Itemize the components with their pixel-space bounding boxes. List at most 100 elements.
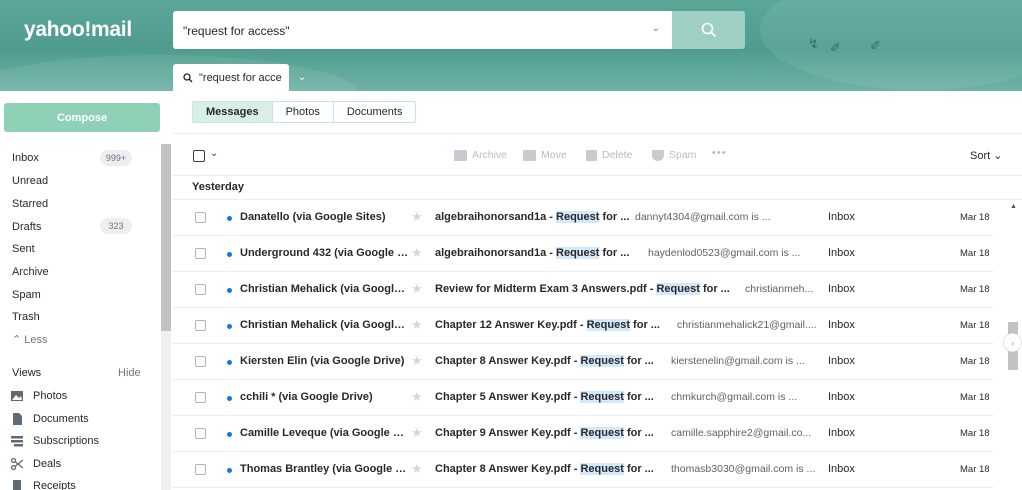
scroll-up-arrow-icon[interactable]: ▲ (1010, 203, 1017, 210)
photo-icon (11, 391, 23, 401)
sidebar-item-archive[interactable]: Archive (12, 266, 49, 278)
message-date: Mar 18 (960, 428, 990, 439)
sidebar-item-sent[interactable]: Sent (12, 243, 35, 255)
subject-highlight: Request (580, 355, 624, 367)
spam-label: Spam (669, 149, 697, 161)
chevron-down-icon[interactable]: ⌄ (293, 68, 311, 86)
message-date: Mar 18 (960, 392, 990, 403)
sidebar-item-spam[interactable]: Spam (12, 289, 41, 301)
star-icon[interactable]: ★ (411, 209, 423, 225)
unread-dot-icon (227, 216, 232, 221)
message-folder: Inbox (828, 355, 855, 367)
receipt-icon (13, 480, 21, 490)
select-all-checkbox[interactable] (193, 150, 205, 162)
message-date: Mar 18 (960, 464, 990, 475)
search-icon (701, 22, 716, 38)
yahoo-mail-logo[interactable]: yahoo!mail (24, 18, 132, 42)
message-folder: Inbox (828, 211, 855, 223)
view-item-label: Photos (33, 390, 68, 402)
unread-dot-icon (227, 432, 232, 437)
archive-button[interactable]: Archive (454, 149, 507, 161)
sidebar-item-trash[interactable]: Trash (12, 311, 40, 323)
message-date: Mar 18 (960, 284, 990, 295)
tab-documents[interactable]: Documents (334, 102, 416, 122)
message-folder: Inbox (828, 391, 855, 403)
star-icon[interactable]: ★ (411, 317, 423, 333)
subject-highlight: Request (556, 211, 600, 223)
more-actions-button[interactable]: ••• (712, 147, 727, 159)
message-row[interactable]: Danatello (via Google Sites) ★ algebraihon… (172, 200, 994, 236)
message-checkbox[interactable] (195, 356, 206, 367)
message-folder: Inbox (828, 427, 855, 439)
star-icon[interactable]: ★ (411, 281, 423, 297)
message-checkbox[interactable] (195, 428, 206, 439)
view-item-photos[interactable]: Photos (10, 389, 67, 403)
folder-move-icon (523, 149, 536, 161)
views-heading: Views (12, 367, 42, 379)
sidebar-item-unread[interactable]: Unread (12, 175, 48, 187)
less-toggle[interactable]: ⌃ Less (12, 333, 48, 346)
unread-count-badge: 999+ (100, 150, 132, 166)
document-icon (13, 413, 22, 425)
message-subject: Review for Midterm Exam 3 Answers.pdf - … (435, 283, 730, 295)
subject-prefix: algebraihonorsand1a - (435, 247, 557, 259)
bird-decoration-icon: ✐ (870, 38, 881, 53)
subject-prefix: algebraihonorsand1a - (435, 211, 557, 223)
star-icon[interactable]: ★ (411, 353, 423, 369)
view-item-label: Documents (33, 413, 89, 425)
sort-button[interactable]: Sort ⌄ (970, 149, 1002, 162)
view-item-label: Receipts (33, 480, 76, 490)
sidebar-item-inbox[interactable]: Inbox (12, 152, 39, 164)
view-item-receipts[interactable]: Receipts (10, 479, 76, 490)
view-item-deals[interactable]: Deals (10, 457, 61, 471)
star-icon[interactable]: ★ (411, 425, 423, 441)
views-hide-link[interactable]: Hide (118, 367, 141, 379)
sidebar-item-drafts[interactable]: Drafts (12, 221, 41, 233)
search-icon (183, 72, 193, 82)
view-item-documents[interactable]: Documents (10, 412, 89, 426)
message-row[interactable]: Christian Mehalick (via Google Drive)★ Ch… (172, 308, 994, 344)
message-checkbox[interactable] (195, 284, 206, 295)
tab-photos[interactable]: Photos (273, 102, 334, 122)
message-checkbox[interactable] (195, 392, 206, 403)
message-row[interactable]: cchili * (via Google Drive) ★ Chapter 5 An… (172, 380, 994, 416)
message-row[interactable]: Camille Leveque (via Google Drive) ★ Chapt… (172, 416, 994, 452)
subject-suffix: for ... (623, 427, 654, 439)
star-icon[interactable]: ★ (411, 245, 423, 261)
message-subject: Chapter 8 Answer Key.pdf - Request for .… (435, 463, 654, 475)
delete-button[interactable]: Delete (586, 149, 632, 161)
sidebar-scrollbar-thumb[interactable] (161, 144, 171, 331)
message-checkbox[interactable] (195, 464, 206, 475)
message-snippet: thomasb3030@gmail.com is ... (671, 463, 816, 475)
search-input[interactable]: "request for access" ⌄ (173, 11, 672, 49)
message-row[interactable]: Kiersten Elin (via Google Drive) ★ Chapter… (172, 344, 994, 380)
message-checkbox[interactable] (195, 212, 206, 223)
message-checkbox[interactable] (195, 248, 206, 259)
bird-decoration-icon: ✐ (830, 40, 841, 55)
spam-button[interactable]: Spam (652, 149, 696, 161)
chevron-down-icon[interactable]: ⌄ (652, 23, 660, 34)
message-row[interactable]: Thomas Brantley (via Google Drive) ★ Chapt… (172, 452, 994, 488)
subject-prefix: Chapter 12 Answer Key.pdf - (435, 319, 587, 331)
message-row[interactable]: Christian Mehalick (via Google Drive)★ Re… (172, 272, 994, 308)
chevron-right-icon[interactable]: › (1003, 333, 1022, 352)
sidebar-item-starred[interactable]: Starred (12, 198, 48, 210)
message-checkbox[interactable] (195, 320, 206, 331)
subject-highlight: Request (586, 319, 630, 331)
search-button[interactable] (672, 11, 745, 49)
message-snippet: christianmeh... (745, 283, 814, 295)
chevron-down-icon[interactable]: ⌄ (210, 148, 218, 159)
view-item-subscriptions[interactable]: Subscriptions (10, 434, 99, 448)
compose-button[interactable]: Compose (4, 103, 160, 132)
message-toolbar: ⌄ Archive Move Delete Spam ••• Sort ⌄ (172, 133, 1022, 176)
tab-messages[interactable]: Messages (193, 102, 273, 122)
star-icon[interactable]: ★ (411, 389, 423, 405)
subject-suffix: for ... (623, 355, 654, 367)
message-row[interactable]: Underground 432 (via Google Sites) ★ algeb… (172, 236, 994, 272)
star-icon[interactable]: ★ (411, 461, 423, 477)
sidebar: Compose Inbox 999+ Unread Starred Drafts… (0, 91, 172, 490)
subject-highlight: Request (580, 427, 624, 439)
search-results-tab[interactable]: "request for acce (173, 64, 289, 91)
move-button[interactable]: Move (523, 149, 567, 161)
subject-highlight: Request (656, 283, 700, 295)
